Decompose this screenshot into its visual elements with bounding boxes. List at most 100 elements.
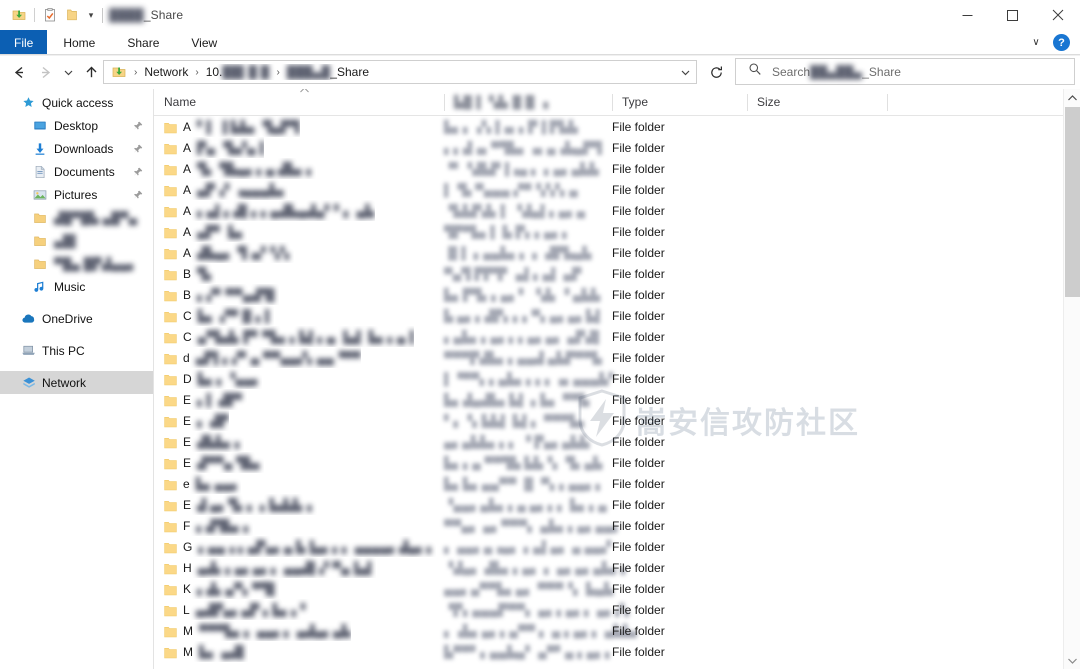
sidebar-item-label: This PC	[42, 343, 85, 358]
column-header-name[interactable]: Name	[154, 89, 444, 115]
folder-icon	[164, 373, 177, 385]
search-input[interactable]: Search ██▄██▄ _Share	[735, 58, 1075, 85]
file-name-blurred: ▄▟▛▄▖▄▛ ▖▙▖▖▘	[195, 602, 311, 617]
file-name-initial: E	[183, 392, 192, 407]
table-row[interactable]: A ▄▛▗▘▗▄▄▄▙▖ ▌▝▙ ▀▄▄▄ ▞▀▝▞▞▖▄ File folder	[154, 179, 1064, 200]
pin-icon[interactable]	[133, 143, 143, 153]
new-folder-icon[interactable]	[61, 4, 83, 26]
customize-toolbar-caret-icon[interactable]: ▾	[83, 4, 99, 26]
date-modified-cell: ▖▖▟▗▖▀▜▙▖▗▖▄▗▙▄▛▜	[444, 137, 602, 158]
file-name-cell: M ▀▀▀▙▖▖ ▄▄▖▖ ▄▟▄▖▄▙	[164, 620, 351, 641]
file-name-cell: B ▖▞▘▀▀▄▟▜▌	[164, 284, 279, 305]
file-name-initial: E	[183, 413, 192, 428]
table-row[interactable]: B ▜▖ ▀▄▜ ▛▛▜▘ ▄▌▖▄▌ ▄▛ File folder	[154, 263, 1064, 284]
date-modified-blurred: ▝▙▙▛▟▖▌ ▝▟▄▌▖▄▖▄	[444, 203, 586, 218]
table-row[interactable]: A ▟▙▄▖ ▜▗▞▝▞▖ ▐▌▌ ▖▄▄▙▖▖ ▖ ▟▛▙▄▙ File folde…	[154, 242, 1064, 263]
scroll-up-button[interactable]	[1064, 89, 1080, 106]
sidebar-item-pictures[interactable]: Pictures	[0, 183, 153, 206]
folder-icon	[164, 331, 177, 343]
scroll-down-button[interactable]	[1064, 652, 1080, 669]
sidebar-item-downloads[interactable]: Downloads	[0, 137, 153, 160]
recent-locations-caret-icon[interactable]	[58, 60, 78, 86]
folder-download-icon[interactable]	[8, 4, 30, 26]
file-name-blurred: ▄▛▘ ▙▖	[197, 224, 247, 239]
sidebar-item-desktop[interactable]: Desktop	[0, 114, 153, 137]
table-row[interactable]: d ▄▛▌▖▞▘▄ ▀▀▄▄▞▖▄▄▝▀▀ ▀▀▀▛▟▙▖▖▄▄▟ ▄▙▛▀▀▙ Fi…	[154, 347, 1064, 368]
sidebar-item-redacted-5[interactable]: ▟█▀█▙ ▄█▀▄	[0, 206, 153, 229]
breadcrumb-separator-2: ›	[195, 66, 199, 78]
table-row[interactable]: E ▟▙▙▖▖ ▄▖▄▙▙▖▖▖ ▝ ▛▄▖▄▙▙ File folder	[154, 431, 1064, 452]
breadcrumb-root-icon[interactable]	[108, 64, 130, 80]
chevron-down-icon[interactable]: ∨	[1025, 32, 1047, 54]
address-bar[interactable]: › Network › 10. ██▌█ █ › ███▄█ _Share	[103, 60, 697, 84]
folder-icon	[164, 394, 177, 406]
table-row[interactable]: E ▟▀▀▄ ▜▙▖ ▙▖▖▄ ▀▀▜▙ ▙▙▝▖ ▜▖▄▙ File folder	[154, 452, 1064, 473]
table-row[interactable]: L ▄▟▛▄▖▄▛ ▖▙▖▖▘ ▝▛▖▄▄▄▛▀▀▖ ▄▖▖▄▖▖ ▄▖▞▖ File…	[154, 599, 1064, 620]
help-button[interactable]: ?	[1053, 34, 1070, 51]
folder-icon	[164, 457, 177, 469]
address-dropdown-caret-icon[interactable]	[674, 61, 696, 83]
folder-icon	[164, 562, 177, 574]
column-header-date[interactable]: ▙█▐ ▝▟▖█▐▌▗	[444, 89, 612, 115]
close-button[interactable]	[1035, 0, 1080, 30]
table-row[interactable]: B ▖▞▘▀▀▄▟▜▌ ▙▖▛▜▖▖▄▖▘ ▝▟▖▝ ▄▙▙ File folder	[154, 284, 1064, 305]
sidebar-item-onedrive[interactable]: OneDrive	[0, 307, 153, 330]
pin-icon[interactable]	[133, 120, 143, 130]
table-row[interactable]: C ▄▀▙▟▖▛▘▀▙▖▖▙▌▖▄ ▐▄▌ ▙▖▖▄▐ ▖▄▙▖▖▄▖▖▖▄▖▄▖ …	[154, 326, 1064, 347]
refresh-button[interactable]	[703, 60, 729, 84]
breadcrumb-item-network[interactable]: Network	[141, 65, 191, 79]
pin-icon[interactable]	[133, 189, 143, 199]
column-header-type[interactable]: Type	[612, 89, 747, 115]
tab-file[interactable]: File	[0, 30, 48, 55]
table-row[interactable]: C ▙▖ ▞▀▐▌▖▌ ▙ ▄▖▖▟▛▖▖▖▀▖▄▖▄▖▙▌ File folder	[154, 305, 1064, 326]
column-header-size[interactable]: Size	[747, 89, 887, 115]
table-row[interactable]: M ▙▖ ▄▟▌ ▙▀▀▘▖▄▄▙▄▘ ▄▀▘▄ ▖▄▖▖ File folder	[154, 641, 1064, 662]
table-row[interactable]: A ▄▛▘ ▙▖ ▜▛▀▙▖▌ ▙ ▛▖▖▄▖▖ File folder	[154, 221, 1064, 242]
file-type-cell: File folder	[612, 266, 665, 281]
maximize-button[interactable]	[990, 0, 1035, 30]
sidebar-item-redacted-6[interactable]: ▄█▌	[0, 229, 153, 252]
table-row[interactable]: F ▖▟▜▙▖▖ ▀▀▄▖ ▄▖▀▀▀▖ ▄▙▖▖▄▖▄▄▖ File folder	[154, 515, 1064, 536]
sidebar-item-redacted-7[interactable]: ▀█▄ █▛▟▄▄▖	[0, 252, 153, 275]
table-row[interactable]: A ▜▖ ▜▙▄▖▖▄ ▟▙▖▖ ▝▘▝▟▙▛▐▗▄ ▖ ▖▄▖▄▙▙ File fo…	[154, 158, 1064, 179]
properties-icon[interactable]	[39, 4, 61, 26]
sidebar-item-network[interactable]: Network	[0, 371, 153, 394]
forward-button[interactable]	[32, 60, 58, 86]
table-row[interactable]: D ▙▖▖▝▄▄▖ ▌▝▀▀▖▖▄▙▖▖▖▖▗▖▄▄▄▙▘ File folder	[154, 368, 1064, 389]
table-row[interactable]: A ▘▌ ▐ ▙▙▖ ▜▄▛▜ ▙▖▖▗▚▐▗▖▖▛▐ ▛▙▙ File folder	[154, 116, 1064, 137]
sidebar-item-documents[interactable]: Documents	[0, 160, 153, 183]
breadcrumb-item-share[interactable]: ███▄█ _Share	[284, 65, 372, 79]
date-modified-cell: ▙▖▙▖▄▄▀▀ ▐▌ ▀▖▖▄▄▖▖	[444, 473, 605, 494]
table-row[interactable]: H ▄▟▖▖▄▖▄▖▖ ▄▄▟▌▞ ▀▄▐▄▌ ▝▟▄▖ ▟▙▖▖▄▖ ▖ ▄▖▄▖…	[154, 557, 1064, 578]
tab-home[interactable]: Home	[47, 30, 111, 55]
sidebar-item-music[interactable]: Music	[0, 275, 153, 298]
file-type-cell: File folder	[612, 602, 665, 617]
table-row[interactable]: e ▙▖▄▄▖ ▙▖▙▖▄▄▀▀ ▐▌ ▀▖▖▄▄▖▖ File folder	[154, 473, 1064, 494]
sidebar-item-quick-access[interactable]: Quick access	[0, 91, 153, 114]
pin-icon[interactable]	[133, 166, 143, 176]
breadcrumb-separator-1: ›	[134, 66, 138, 78]
file-name-initial: B	[183, 287, 192, 302]
file-type-cell: File folder	[612, 182, 665, 197]
table-row[interactable]: E ▖▌ ▟▛▘ ▙▖▟▄▟▙▖▙▌ ▖▙▖ ▀▀▙ File folder	[154, 389, 1064, 410]
table-row[interactable]: G ▖▄▄▗ ▖▄▛▄▖▄ ▙▐▄▖▖▖ ▄▄▄▄▖▟▄▖▖ ▖ ▄▄▖▄▗▄▖ ▖…	[154, 536, 1064, 557]
up-button[interactable]	[78, 60, 104, 86]
back-button[interactable]	[6, 60, 32, 86]
tab-view[interactable]: View	[175, 30, 233, 55]
column-divider-4[interactable]	[887, 94, 888, 111]
table-row[interactable]: A ▖▄▌▖▟▌▖▖▄▟▙▄▟▄▘▘▖ ▄▙ ▝▙▙▛▟▖▌ ▝▟▄▌▖▄▖▄ Fil…	[154, 200, 1064, 221]
table-row[interactable]: E ▖ ▟▛ ▘▖▝▖▙▙▌ ▙▌▖ ▀▀▀▙▖ File folder	[154, 410, 1064, 431]
vertical-scrollbar[interactable]	[1063, 89, 1080, 669]
breadcrumb-item-host[interactable]: 10. ██▌█ █	[203, 65, 273, 79]
tab-share[interactable]: Share	[111, 30, 175, 55]
table-row[interactable]: A ▛▄ ▝▙▞▄▐ ▖▖▟▗▖▀▜▙▖▗▖▄▗▙▄▛▜ File folder	[154, 137, 1064, 158]
scrollbar-thumb[interactable]	[1065, 107, 1080, 297]
file-name-blurred: ▙▖▄▄▖	[195, 476, 242, 491]
table-row[interactable]: M ▀▀▀▙▖▖ ▄▄▖▖ ▄▟▄▖▄▙ ▖▗▙▖▄▖▖▄▀▀ ▖ ▄ ▖▄▖▖ ▄…	[154, 620, 1064, 641]
table-row[interactable]: E ▟ ▄▖▜▖▖ ▖▙▟▟▖▖ ▝▄▄▖▄▙▖▖▄ ▄▖▖▖ ▙▖▖▄ File f…	[154, 494, 1064, 515]
date-modified-cell: ▝▟▄▖ ▟▙▖▖▄▖ ▖ ▄▖▄▖▄▙▖▖	[444, 557, 630, 578]
sidebar-item-this-pc[interactable]: This PC	[0, 339, 153, 362]
minimize-button[interactable]	[945, 0, 990, 30]
table-row[interactable]: K ▖▟▖▄▀▖▀▜▌ ▄▄▖▄▀▀▙▖▄▖ ▀▀▀▝▖ ▙▄▙ File folde…	[154, 578, 1064, 599]
folder-icon	[164, 247, 177, 259]
